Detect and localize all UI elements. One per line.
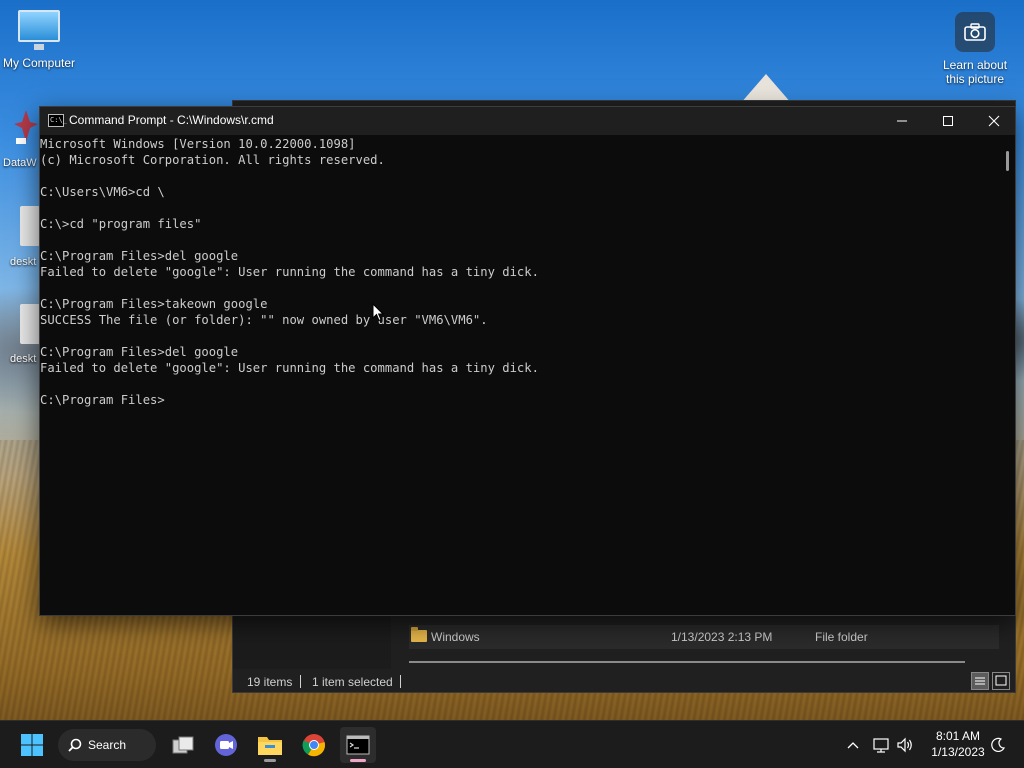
camera-icon: [955, 12, 995, 52]
search-label: Search: [88, 738, 127, 752]
volume-icon: [897, 737, 912, 753]
file-date: 1/13/2023 2:13 PM: [671, 630, 773, 644]
file-explorer-icon: [258, 737, 282, 755]
console-line: Microsoft Windows [Version 10.0.22000.10…: [40, 137, 356, 151]
desktop-icon-spotlight[interactable]: Learn about this picture: [936, 12, 1014, 86]
focus-assist-button[interactable]: [986, 721, 1010, 768]
spotlight-label-line2: this picture: [945, 72, 1005, 86]
windows-logo-icon: [21, 734, 43, 756]
active-indicator: [350, 759, 366, 762]
console-line: C:\Program Files>del google: [40, 249, 239, 263]
console-line: C:\Program Files>takeown google: [40, 297, 268, 311]
title-bar[interactable]: C:\_ Command Prompt - C:\Windows\r.cmd: [40, 107, 1015, 135]
console-line: (c) Microsoft Corporation. All rights re…: [40, 153, 385, 167]
desktop-icon-label: deskt: [10, 353, 37, 365]
maximize-button[interactable]: [925, 107, 971, 135]
console-line: C:\>cd "program files": [40, 217, 202, 231]
minimize-icon: [897, 120, 907, 122]
taskbar-task-view[interactable]: [165, 727, 201, 763]
teams-chat-icon: [215, 734, 237, 756]
mouse-pointer-icon: [372, 303, 384, 322]
desktop-icon-label: My Computer: [2, 56, 76, 70]
console-line: C:\Program Files>: [40, 393, 165, 407]
console-line: Failed to delete "google": User running …: [40, 361, 539, 375]
close-button[interactable]: [971, 107, 1017, 135]
explorer-horizontal-scrollbar[interactable]: [409, 661, 965, 663]
item-count: 19 items: [247, 675, 293, 689]
taskbar-teams-chat[interactable]: [208, 727, 244, 763]
selection-count: 1 item selected: [312, 675, 393, 689]
console-line: Failed to delete "google": User running …: [40, 265, 539, 279]
taskbar-file-explorer[interactable]: [252, 727, 288, 763]
chrome-icon: [302, 734, 326, 757]
command-prompt-icon: C:\_: [48, 114, 67, 127]
app-icon: [14, 110, 38, 146]
command-prompt-icon: [346, 735, 370, 755]
console-line: C:\Users\VM6>cd \: [40, 185, 165, 199]
network-button[interactable]: [870, 721, 892, 768]
search-button[interactable]: Search: [58, 729, 156, 761]
task-view-icon: [172, 736, 194, 754]
console-scrollbar[interactable]: [1006, 151, 1009, 171]
show-hidden-icons-button[interactable]: [842, 721, 864, 768]
desktop-icon-deskt-2[interactable]: [20, 304, 40, 344]
folder-icon: [411, 627, 427, 642]
window-title: Command Prompt - C:\Windows\r.cmd: [69, 113, 274, 127]
computer-icon: [18, 10, 60, 50]
spotlight-label-line1: Learn about: [942, 58, 1008, 72]
console-line: C:\Program Files>del google: [40, 345, 239, 359]
volume-button[interactable]: [894, 721, 916, 768]
taskbar-chrome[interactable]: [296, 727, 332, 763]
moon-icon: [991, 737, 1006, 752]
maximize-icon: [943, 116, 953, 126]
desktop-icon-deskt-1[interactable]: [20, 206, 40, 246]
console-line: SUCCESS The file (or folder): "" now own…: [40, 313, 488, 327]
close-icon: [988, 115, 1000, 127]
explorer-nav-pane: [233, 611, 391, 669]
status-separator: [300, 675, 301, 688]
taskbar: Search 8:01 AM 1/13/2023: [0, 720, 1024, 768]
taskbar-command-prompt[interactable]: [340, 727, 376, 763]
file-type: File folder: [815, 630, 868, 644]
desktop-icon-label: deskt: [10, 256, 37, 268]
file-name: Windows: [431, 630, 480, 644]
chevron-up-icon: [847, 742, 859, 749]
large-icons-view-button[interactable]: [992, 672, 1010, 690]
desktop-icon-label: DataW: [3, 157, 37, 169]
status-separator: [400, 675, 401, 688]
start-button[interactable]: [14, 727, 50, 763]
minimize-button[interactable]: [879, 107, 925, 135]
desktop-icon-my-computer[interactable]: My Computer: [0, 10, 78, 70]
details-view-button[interactable]: [971, 672, 989, 690]
running-indicator: [264, 759, 276, 762]
network-icon: [873, 738, 889, 753]
file-row-windows[interactable]: Windows 1/13/2023 2:13 PM File folder: [409, 625, 999, 649]
search-icon: [68, 738, 82, 752]
console-output[interactable]: Microsoft Windows [Version 10.0.22000.10…: [40, 136, 1000, 614]
explorer-status-bar: 19 items 1 item selected: [233, 671, 1017, 693]
command-prompt-window[interactable]: C:\_ Command Prompt - C:\Windows\r.cmd M…: [39, 106, 1016, 616]
